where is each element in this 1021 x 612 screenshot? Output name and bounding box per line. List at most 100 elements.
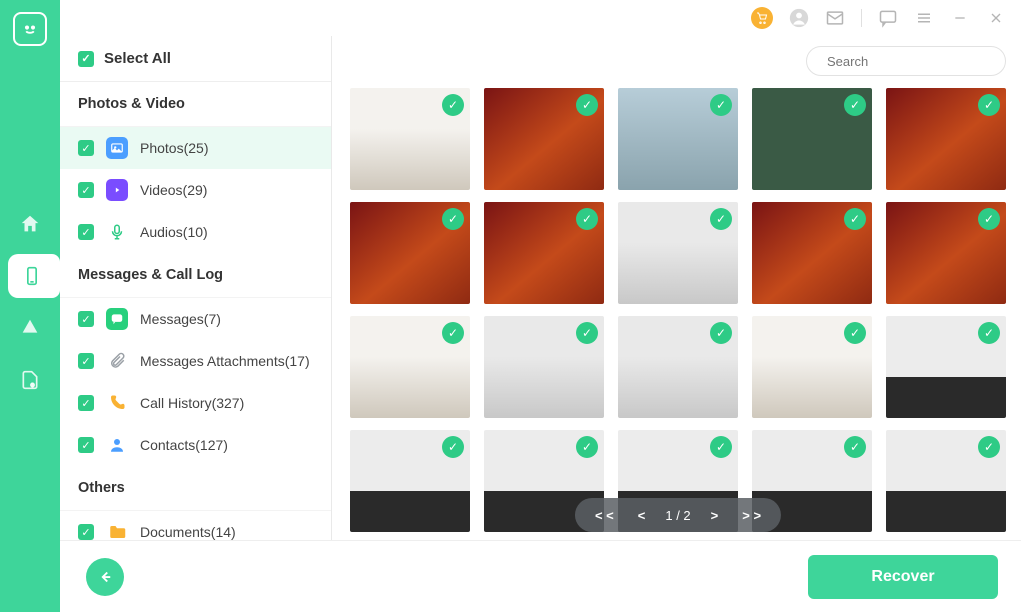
main: ✓ Select All Photos & Video ✓ Photos(25)… [60, 0, 1021, 612]
check-badge-icon: ✓ [442, 94, 464, 116]
pager-last[interactable]: > > [738, 508, 765, 523]
call-icon [106, 392, 128, 414]
category-messages[interactable]: ✓ Messages(7) [60, 298, 331, 340]
feedback-icon[interactable] [878, 8, 898, 28]
check-badge-icon: ✓ [576, 322, 598, 344]
message-icon [106, 308, 128, 330]
category-attachments[interactable]: ✓ Messages Attachments(17) [60, 340, 331, 382]
photo-icon [106, 137, 128, 159]
check-badge-icon: ✓ [576, 94, 598, 116]
video-icon [106, 179, 128, 201]
thumbnail[interactable]: ✓ [350, 430, 470, 532]
check-badge-icon: ✓ [710, 322, 732, 344]
left-rail: ! [0, 0, 60, 612]
group-header: Photos & Video [60, 82, 331, 127]
check-badge-icon: ✓ [442, 436, 464, 458]
pager-first[interactable]: < < [591, 508, 618, 523]
check-badge-icon: ✓ [576, 208, 598, 230]
user-icon[interactable] [789, 8, 809, 28]
check-badge-icon: ✓ [442, 208, 464, 230]
check-badge-icon: ✓ [978, 208, 1000, 230]
thumbnail[interactable]: ✓ [618, 316, 738, 418]
group-header: Others [60, 466, 331, 511]
category-photos[interactable]: ✓ Photos(25) [60, 127, 331, 169]
check-badge-icon: ✓ [710, 94, 732, 116]
category-callhistory[interactable]: ✓ Call History(327) [60, 382, 331, 424]
pager-label: 1 / 2 [665, 508, 690, 523]
thumbnail[interactable]: ✓ [886, 430, 1006, 532]
thumbnail[interactable]: ✓ [752, 88, 872, 190]
category-documents[interactable]: ✓ Documents(14) [60, 511, 331, 540]
category-audios[interactable]: ✓ Audios(10) [60, 211, 331, 253]
check-badge-icon: ✓ [576, 436, 598, 458]
divider [861, 9, 862, 27]
select-all-row[interactable]: ✓ Select All [60, 36, 331, 82]
audio-icon [106, 221, 128, 243]
thumbnail[interactable]: ✓ [618, 202, 738, 304]
check-badge-icon: ✓ [710, 208, 732, 230]
check-badge-icon: ✓ [978, 94, 1000, 116]
category-sidebar: ✓ Select All Photos & Video ✓ Photos(25)… [60, 36, 332, 540]
category-label: Contacts(127) [140, 437, 228, 453]
thumbnail[interactable]: ✓ [484, 202, 604, 304]
check-badge-icon: ✓ [442, 322, 464, 344]
thumbnail[interactable]: ✓ [886, 316, 1006, 418]
checkbox-icon: ✓ [78, 140, 94, 156]
recover-button[interactable]: Recover [808, 555, 998, 599]
back-button[interactable] [86, 558, 124, 596]
thumbnail[interactable]: ✓ [350, 202, 470, 304]
checkbox-icon: ✓ [78, 51, 94, 67]
checkbox-icon: ✓ [78, 182, 94, 198]
minimize-button[interactable] [950, 8, 970, 28]
check-badge-icon: ✓ [844, 436, 866, 458]
checkbox-icon: ✓ [78, 437, 94, 453]
svg-text:!: ! [32, 383, 33, 388]
pager: < < < 1 / 2 > > > [575, 498, 781, 532]
check-badge-icon: ✓ [978, 436, 1000, 458]
check-badge-icon: ✓ [710, 436, 732, 458]
category-contacts[interactable]: ✓ Contacts(127) [60, 424, 331, 466]
content: ✓ Select All Photos & Video ✓ Photos(25)… [60, 36, 1021, 540]
search-input[interactable] [827, 54, 1003, 69]
nav-cloud[interactable] [8, 306, 52, 350]
category-label: Audios(10) [140, 224, 208, 240]
menu-icon[interactable] [914, 8, 934, 28]
category-label: Messages Attachments(17) [140, 353, 310, 369]
thumbnail[interactable]: ✓ [350, 88, 470, 190]
check-badge-icon: ✓ [844, 94, 866, 116]
topbar [60, 0, 1021, 36]
checkbox-icon: ✓ [78, 311, 94, 327]
checkbox-icon: ✓ [78, 353, 94, 369]
cart-icon[interactable] [751, 7, 773, 29]
search-box[interactable] [806, 46, 1006, 76]
mail-icon[interactable] [825, 8, 845, 28]
checkbox-icon: ✓ [78, 524, 94, 540]
pager-prev[interactable]: < [634, 508, 650, 523]
nav-report[interactable]: ! [8, 358, 52, 402]
category-label: Call History(327) [140, 395, 244, 411]
thumbnail[interactable]: ✓ [752, 316, 872, 418]
nav-device[interactable] [8, 254, 60, 298]
thumbnail[interactable]: ✓ [618, 88, 738, 190]
close-button[interactable] [986, 8, 1006, 28]
category-videos[interactable]: ✓ Videos(29) [60, 169, 331, 211]
category-label: Videos(29) [140, 182, 207, 198]
footer: Recover [60, 540, 1021, 612]
thumbnail[interactable]: ✓ [886, 202, 1006, 304]
thumbnail[interactable]: ✓ [484, 88, 604, 190]
nav-home[interactable] [8, 202, 52, 246]
select-all-label: Select All [104, 50, 171, 67]
category-label: Messages(7) [140, 311, 221, 327]
category-label: Documents(14) [140, 524, 236, 540]
check-badge-icon: ✓ [844, 208, 866, 230]
thumbnail[interactable]: ✓ [752, 202, 872, 304]
thumbnail[interactable]: ✓ [350, 316, 470, 418]
pager-next[interactable]: > [707, 508, 723, 523]
thumbnail-grid: ✓ ✓ ✓ ✓ ✓ ✓ ✓ ✓ ✓ ✓ ✓ ✓ ✓ ✓ ✓ ✓ ✓ ✓ ✓ ✓ < < < 1 / 2 > > > [332, 88, 1021, 540]
gallery-panel: ✓ ✓ ✓ ✓ ✓ ✓ ✓ ✓ ✓ ✓ ✓ ✓ ✓ ✓ ✓ ✓ ✓ ✓ ✓ ✓ < < < 1 / 2 > > > [332, 36, 1021, 540]
thumbnail[interactable]: ✓ [886, 88, 1006, 190]
check-badge-icon: ✓ [844, 322, 866, 344]
thumbnail[interactable]: ✓ [484, 316, 604, 418]
document-icon [106, 521, 128, 540]
app-logo [13, 12, 47, 46]
